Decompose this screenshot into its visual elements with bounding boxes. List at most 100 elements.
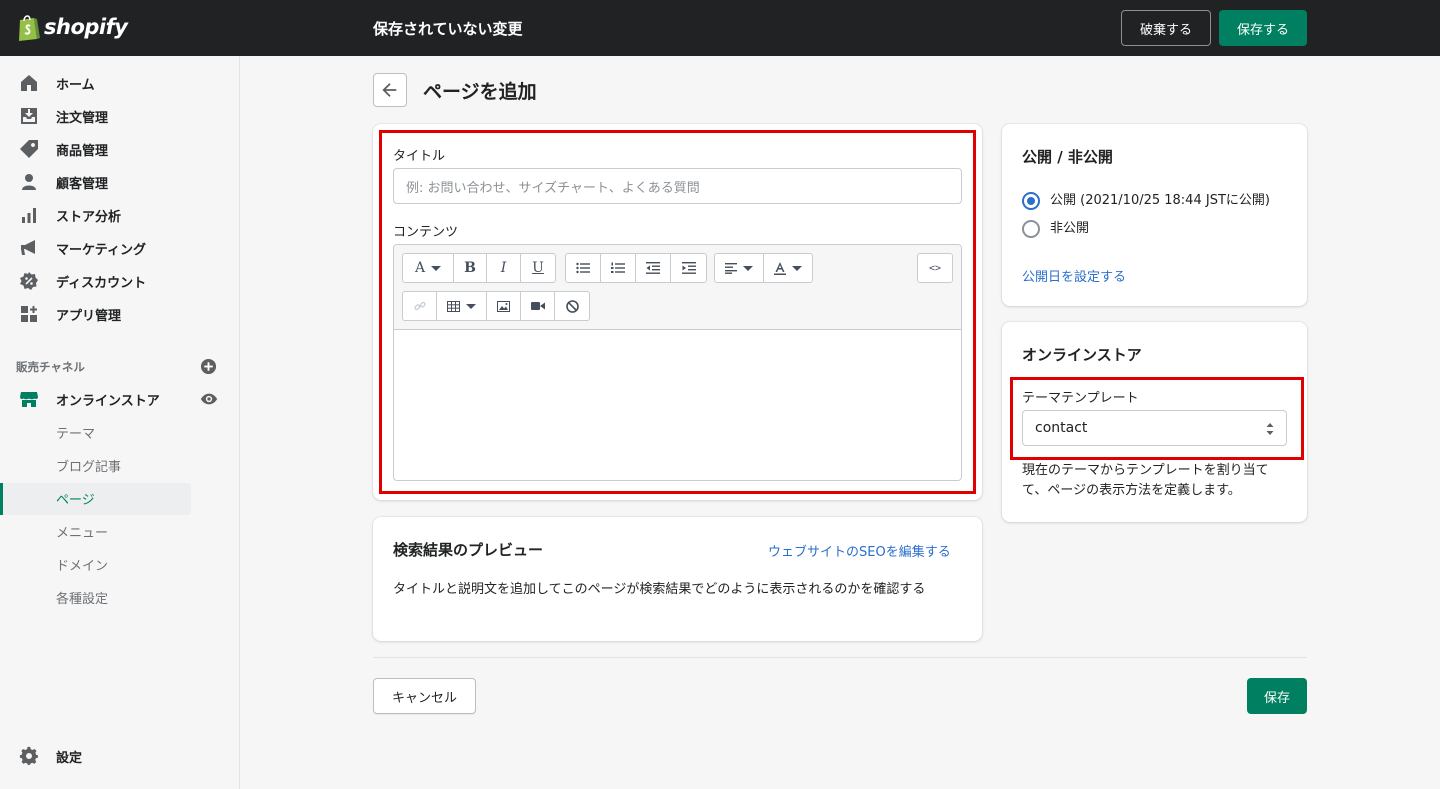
sidebar-item-products[interactable]: 商品管理	[18, 134, 108, 164]
footer-divider	[373, 657, 1307, 658]
sidebar-sub-item-themes[interactable]: テーマ	[56, 417, 95, 447]
seo-description: タイトルと説明文を追加してこのページが検索結果でどのように表示されるのかを確認す…	[393, 582, 926, 597]
chevron-down-icon	[792, 265, 802, 271]
megaphone-icon	[18, 237, 40, 259]
sidebar-item-label: 商品管理	[56, 143, 109, 159]
sidebar-item-label: 設定	[56, 750, 83, 766]
template-help-text: 現在のテーマからテンプレートを割り当てて、ページの表示方法を定義します。	[1022, 463, 1269, 498]
sidebar-item-label: アプリ管理	[56, 308, 122, 324]
outdent-button[interactable]	[636, 254, 671, 282]
template-select-value: contact	[1035, 420, 1088, 436]
text-color-dropdown[interactable]	[764, 254, 812, 282]
edit-seo-link[interactable]: ウェブサイトのSEOを編集する	[768, 541, 951, 560]
insert-video-button[interactable]	[521, 292, 555, 320]
insert-group	[402, 291, 590, 321]
italic-button[interactable]: I	[487, 254, 521, 282]
active-sub-item-bg	[0, 483, 191, 515]
clear-formatting-button[interactable]	[555, 292, 589, 320]
add-channel-plus-icon[interactable]	[200, 358, 217, 375]
logo-text: shopify	[44, 15, 128, 39]
radio-hidden-label: 非公開	[1050, 221, 1090, 236]
shopify-logo[interactable]: shopify	[16, 12, 128, 42]
select-arrows-icon	[1266, 423, 1274, 435]
set-visibility-date-link[interactable]: 公開日を設定する	[1022, 266, 1126, 285]
sidebar-sub-item-pages[interactable]: ページ	[56, 483, 95, 513]
sidebar-item-label: マーケティング	[56, 242, 146, 258]
list-group	[565, 253, 707, 283]
content-label: コンテンツ	[393, 225, 459, 240]
video-icon	[530, 302, 545, 310]
save-button-top[interactable]: 保存する	[1219, 10, 1307, 46]
table-dropdown[interactable]	[437, 292, 487, 320]
title-input[interactable]: 例: お問い合わせ、サイズチャート、よくある質問	[393, 168, 962, 204]
table-icon	[447, 300, 460, 312]
html-toggle-group: <>	[917, 253, 953, 283]
cancel-button[interactable]: キャンセル	[373, 678, 476, 714]
theme-template-select[interactable]: contact	[1022, 410, 1287, 446]
sidebar-sub-item-domains[interactable]: ドメイン	[56, 549, 108, 579]
sidebar-item-apps[interactable]: アプリ管理	[18, 299, 121, 329]
bullet-list-icon	[576, 262, 590, 274]
block-icon	[565, 299, 579, 313]
sidebar-item-discounts[interactable]: ディスカウント	[18, 266, 146, 296]
sidebar-item-orders[interactable]: 注文管理	[18, 101, 108, 131]
unsaved-changes-text: 保存されていない変更	[373, 20, 523, 38]
align-left-icon	[725, 263, 737, 274]
sidebar-item-label: ディスカウント	[56, 275, 147, 291]
sidebar-sub-item-navigation[interactable]: メニュー	[56, 516, 108, 546]
image-icon	[497, 300, 510, 312]
sidebar-item-analytics[interactable]: ストア分析	[18, 200, 121, 230]
radio-hidden[interactable]	[1022, 220, 1040, 238]
sidebar-item-label: 顧客管理	[56, 176, 109, 192]
indent-button[interactable]	[671, 254, 706, 282]
link-button[interactable]	[403, 292, 437, 320]
back-button[interactable]	[373, 73, 407, 107]
bullet-list-button[interactable]	[566, 254, 601, 282]
page-title: ページを追加	[423, 81, 537, 103]
online-store-card-title: オンラインストア	[1022, 346, 1142, 364]
chevron-down-icon	[743, 265, 753, 271]
apps-icon	[18, 303, 40, 325]
sidebar-item-label: 注文管理	[56, 110, 109, 126]
rich-text-editor: A B I U <>	[393, 244, 962, 481]
underline-button[interactable]: U	[521, 254, 555, 282]
sidebar-sub-item-blog[interactable]: ブログ記事	[56, 450, 121, 480]
sidebar-item-customers[interactable]: 顧客管理	[18, 167, 108, 197]
align-dropdown[interactable]	[715, 254, 764, 282]
text-format-group: A B I U	[402, 253, 556, 283]
bold-button[interactable]: B	[454, 254, 487, 282]
numbered-list-button[interactable]	[601, 254, 636, 282]
sidebar-sub-item-preferences[interactable]: 各種設定	[56, 582, 108, 612]
orders-icon	[18, 105, 40, 127]
arrow-left-icon	[382, 83, 397, 97]
template-label: テーマテンプレート	[1022, 391, 1139, 406]
editor-toolbar: A B I U <>	[394, 245, 961, 330]
editor-content-area[interactable]	[394, 331, 961, 480]
analytics-icon	[18, 204, 40, 226]
sidebar-item-label: オンラインストア	[56, 393, 160, 409]
seo-preview-card	[373, 517, 982, 641]
gear-icon	[18, 745, 40, 767]
align-color-group	[714, 253, 813, 283]
save-button[interactable]: 保存	[1247, 678, 1307, 714]
sidebar-item-settings[interactable]: 設定	[18, 741, 82, 771]
shopify-bag-icon	[19, 15, 40, 41]
link-icon	[413, 301, 426, 311]
eye-icon[interactable]	[200, 390, 218, 408]
discard-button[interactable]: 破棄する	[1121, 10, 1211, 46]
sidebar-item-home[interactable]: ホーム	[18, 68, 95, 98]
insert-image-button[interactable]	[487, 292, 521, 320]
html-toggle-button[interactable]: <>	[918, 254, 952, 282]
sales-channels-label: 販売チャネル	[16, 360, 85, 374]
sidebar-item-online-store[interactable]: オンラインストア	[18, 384, 160, 414]
sidebar-item-label: ストア分析	[56, 209, 122, 225]
radio-visible-label: 公開 (2021/10/25 18:44 JSTに公開)	[1050, 193, 1270, 208]
text-style-dropdown[interactable]: A	[403, 254, 454, 282]
numbered-list-icon	[611, 262, 625, 273]
active-indicator	[0, 483, 3, 515]
customer-icon	[18, 171, 40, 193]
text-color-icon	[774, 261, 786, 275]
sidebar-item-marketing[interactable]: マーケティング	[18, 233, 146, 263]
radio-visible[interactable]	[1022, 192, 1040, 210]
title-label: タイトル	[393, 149, 446, 164]
